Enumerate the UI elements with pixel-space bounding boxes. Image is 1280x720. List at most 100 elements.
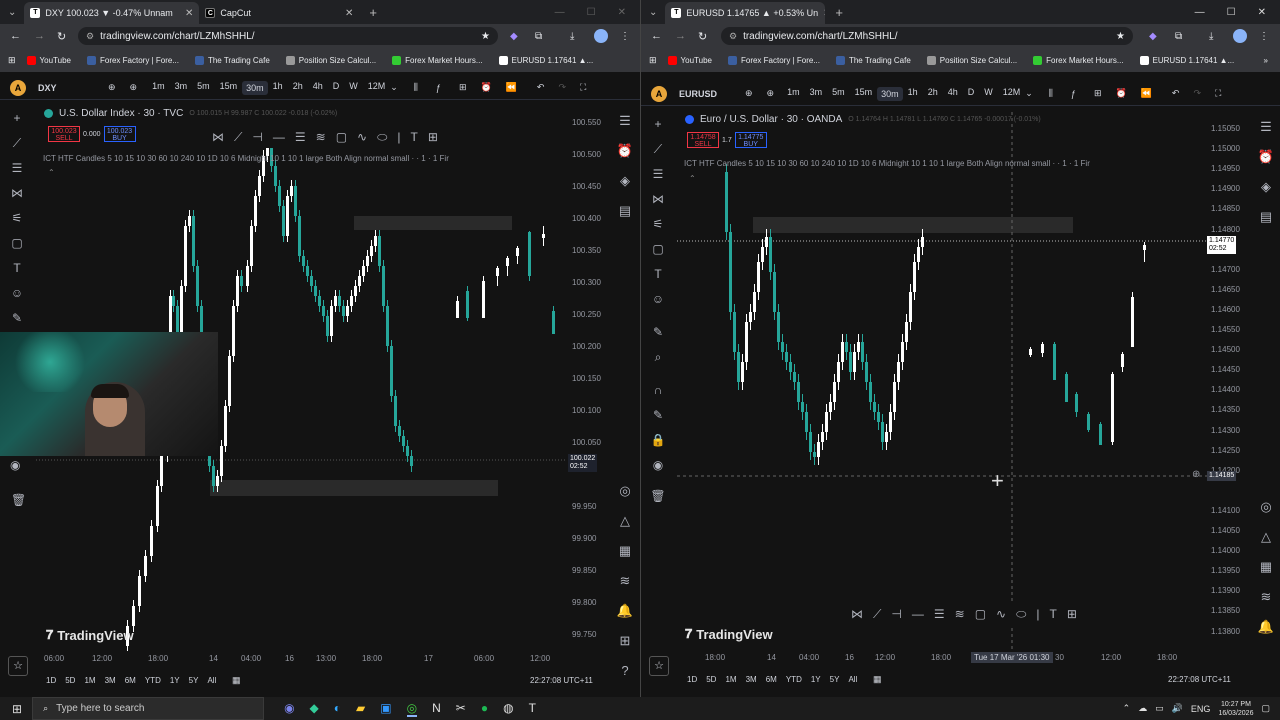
bookmark-marketsessions[interactable]: Forex Market Hours... bbox=[1028, 55, 1128, 65]
rectangle-icon[interactable]: ▢ bbox=[652, 237, 663, 262]
timeframe-30m[interactable]: 30m bbox=[242, 80, 268, 95]
chat-icon[interactable]: ▤ bbox=[619, 196, 631, 226]
url-field[interactable]: ⚙ tradingview.com/chart/LZMhSHHL/ ★ bbox=[721, 27, 1133, 45]
close-icon[interactable]: ✕ bbox=[185, 8, 193, 19]
line-tool-icon[interactable]: ⟋ bbox=[873, 607, 881, 622]
arrow-up-icon[interactable]: △ bbox=[620, 506, 630, 536]
close-icon[interactable]: ✕ bbox=[345, 8, 353, 19]
symbol-search[interactable]: EURUSD bbox=[679, 89, 739, 99]
bookmark-forexfactory[interactable]: Forex Factory | Fore... bbox=[723, 55, 825, 65]
vline-tool-icon[interactable]: | bbox=[1036, 607, 1039, 621]
forward-icon[interactable]: → bbox=[34, 30, 45, 42]
timeframe-1h[interactable]: 1h bbox=[268, 81, 288, 95]
crosshair-icon[interactable]: + bbox=[654, 112, 661, 137]
arrow-up-icon[interactable]: △ bbox=[1261, 522, 1271, 552]
range-All[interactable]: All bbox=[848, 675, 857, 684]
avatar[interactable] bbox=[1233, 29, 1247, 43]
grid-tool-icon[interactable]: ⊞ bbox=[428, 130, 438, 144]
hline-tool-icon[interactable]: ⊣ bbox=[252, 130, 262, 144]
bookmark-star-icon[interactable]: ★ bbox=[481, 31, 490, 42]
timeframe-dropdown-icon[interactable]: ⌄ bbox=[1025, 88, 1033, 99]
range-1D[interactable]: 1D bbox=[46, 676, 56, 685]
redo-icon[interactable]: ↷ bbox=[1193, 88, 1201, 99]
fullscreen-icon[interactable]: ⛶ bbox=[580, 82, 586, 93]
pattern-tool-icon[interactable]: ⋈ bbox=[212, 130, 224, 144]
bookmark-eurusd[interactable]: EURUSD 1.17641 ▲... bbox=[494, 55, 599, 65]
indicators-icon[interactable]: ƒ bbox=[1071, 89, 1076, 99]
favorites-icon[interactable]: ☆ bbox=[649, 656, 669, 676]
bookmark-tradingcafe[interactable]: The Trading Cafe bbox=[190, 55, 275, 65]
collapse-legend-icon[interactable]: ⌃ bbox=[48, 168, 55, 177]
channel-tool-icon[interactable]: ☰ bbox=[934, 607, 945, 621]
watchlist-icon[interactable]: ☰ bbox=[619, 106, 631, 136]
broadcast-icon[interactable]: ≋ bbox=[620, 566, 631, 596]
maximize-icon[interactable]: ☐ bbox=[587, 7, 596, 18]
bell-icon[interactable]: 🔔 bbox=[617, 596, 633, 626]
edge-icon[interactable]: ◐ bbox=[334, 701, 341, 717]
trash-icon[interactable]: 🗑 bbox=[11, 493, 26, 507]
back-icon[interactable]: ← bbox=[10, 30, 21, 42]
sell-button[interactable]: 100.023 SELL bbox=[48, 126, 80, 142]
left-tab-capcut[interactable]: C CapCut ✕ bbox=[199, 2, 359, 24]
extension-icon[interactable]: ◆ bbox=[510, 31, 518, 42]
vline-tool-icon[interactable]: | bbox=[397, 130, 400, 144]
layout-icon[interactable]: ⊞ bbox=[1094, 88, 1102, 99]
alerts-icon[interactable]: ⏰ bbox=[1258, 142, 1274, 172]
target-icon[interactable]: ◎ bbox=[619, 476, 630, 506]
timeframe-15m[interactable]: 15m bbox=[850, 87, 878, 101]
sell-button[interactable]: 1.14758 SELL bbox=[687, 132, 719, 148]
reload-icon[interactable]: ↻ bbox=[698, 30, 707, 43]
trendline-icon[interactable]: ⟋ bbox=[13, 131, 21, 156]
range-1D[interactable]: 1D bbox=[687, 675, 697, 684]
teams-icon[interactable]: ◉ bbox=[284, 701, 294, 717]
bookmark-positionsize[interactable]: Position Size Calcul... bbox=[922, 55, 1022, 65]
rect-tool-icon[interactable]: ▢ bbox=[975, 607, 986, 621]
range-YTD[interactable]: YTD bbox=[145, 676, 161, 685]
copilot-icon[interactable]: ◆ bbox=[310, 701, 319, 717]
fib-tool-icon[interactable]: ≋ bbox=[955, 607, 965, 621]
add-alert-icon[interactable]: ⊕ bbox=[1192, 469, 1200, 480]
emoji-icon[interactable]: ☺ bbox=[652, 287, 664, 312]
date-range-icon[interactable]: ▦ bbox=[873, 674, 882, 685]
path-tool-icon[interactable]: ∿ bbox=[357, 130, 367, 144]
layers-icon[interactable]: ◈ bbox=[620, 166, 630, 196]
tab-search-icon[interactable]: ⌄ bbox=[0, 7, 24, 18]
range-1Y[interactable]: 1Y bbox=[811, 675, 821, 684]
menu-icon[interactable]: ⋮ bbox=[1259, 31, 1269, 42]
tradingview-icon[interactable]: T bbox=[529, 701, 536, 717]
fullscreen-icon[interactable]: ⛶ bbox=[1215, 88, 1221, 99]
timeframe-4h[interactable]: 4h bbox=[943, 87, 963, 101]
replay-icon[interactable]: ⏪ bbox=[1141, 88, 1152, 99]
timeframe-W[interactable]: W bbox=[344, 81, 363, 95]
range-5Y[interactable]: 5Y bbox=[830, 675, 840, 684]
timeframe-5m[interactable]: 5m bbox=[192, 81, 215, 95]
download-icon[interactable]: ⤓ bbox=[1209, 31, 1213, 42]
apps-icon[interactable]: ⊞ bbox=[649, 55, 657, 66]
timeframe-12M[interactable]: 12M bbox=[998, 87, 1026, 101]
layers-icon[interactable]: ◈ bbox=[1261, 172, 1271, 202]
grid-tool-icon[interactable]: ⊞ bbox=[1067, 607, 1077, 621]
user-avatar[interactable]: A bbox=[10, 79, 26, 96]
trendline-icon[interactable]: ⟋ bbox=[654, 137, 662, 162]
pattern-icon[interactable]: ⋈ bbox=[652, 187, 664, 212]
fib-icon[interactable]: ☰ bbox=[653, 162, 664, 187]
compare-icon[interactable]: ⊕ bbox=[108, 82, 116, 93]
bookmark-positionsize[interactable]: Position Size Calcul... bbox=[281, 55, 381, 65]
undo-icon[interactable]: ↶ bbox=[537, 82, 545, 93]
chart-type-icon[interactable]: ⫼ bbox=[414, 82, 418, 93]
alert-icon[interactable]: ⏰ bbox=[480, 82, 491, 93]
chart-type-icon[interactable]: ⫼ bbox=[1049, 88, 1053, 99]
bell-icon[interactable]: 🔔 bbox=[1258, 612, 1274, 642]
range-1M[interactable]: 1M bbox=[84, 676, 95, 685]
language-indicator[interactable]: ENG bbox=[1191, 704, 1211, 714]
pattern-tool-icon[interactable]: ⋈ bbox=[851, 607, 863, 621]
target-icon[interactable]: ◎ bbox=[1260, 492, 1271, 522]
undo-icon[interactable]: ↶ bbox=[1172, 88, 1180, 99]
maximize-icon[interactable]: ☐ bbox=[1227, 7, 1236, 18]
timeframe-12M[interactable]: 12M bbox=[363, 81, 391, 95]
calendar-icon[interactable]: ▦ bbox=[619, 536, 631, 566]
hline-tool-icon[interactable]: ⊣ bbox=[891, 607, 901, 621]
capcut-icon[interactable]: ✂ bbox=[456, 701, 466, 717]
site-info-icon[interactable]: ⚙ bbox=[729, 31, 737, 42]
buy-button[interactable]: 1.14775 BUY bbox=[734, 132, 767, 148]
